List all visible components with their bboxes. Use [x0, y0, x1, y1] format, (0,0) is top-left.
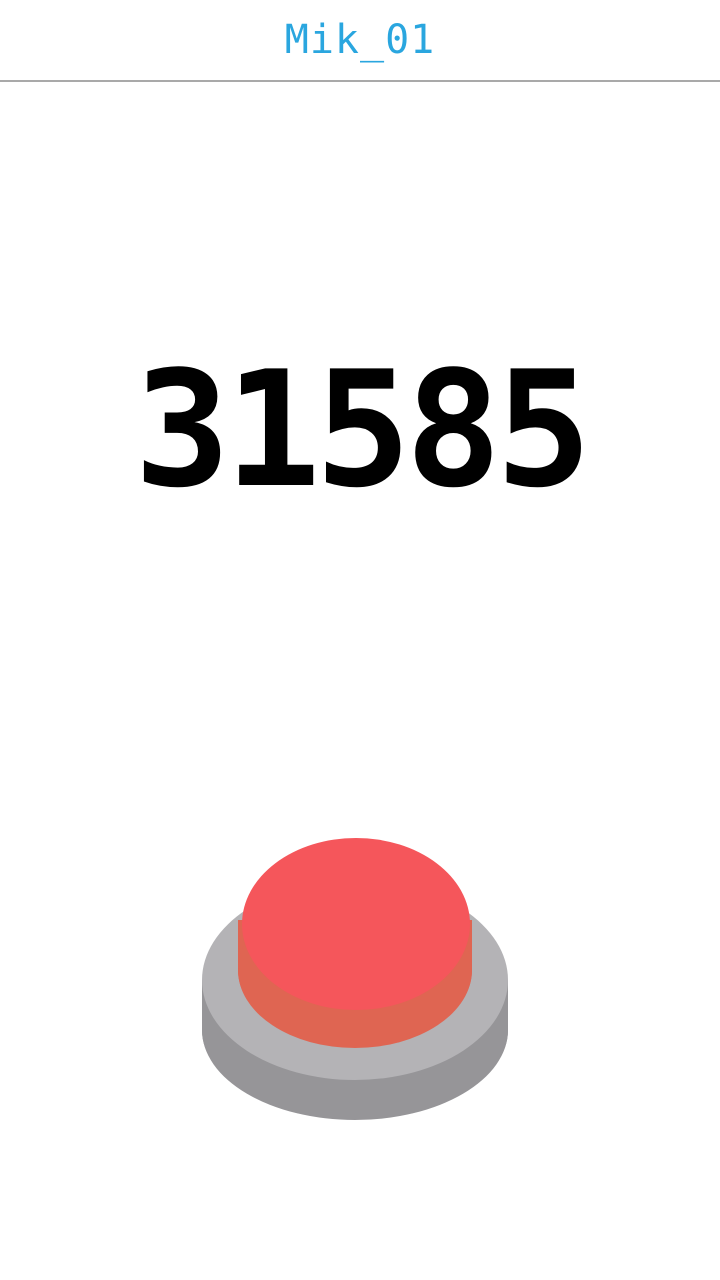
red-push-button-icon: [202, 838, 508, 1120]
counter-value: 31585: [134, 336, 592, 523]
button-cap-top: [242, 838, 470, 1010]
click-counter: 31585: [0, 350, 720, 510]
header-bar: Mik_01: [0, 0, 720, 82]
app-screen: Mik_01 31585: [0, 0, 720, 1280]
page-title: Mik_01: [284, 17, 436, 63]
push-button[interactable]: [190, 820, 530, 1140]
